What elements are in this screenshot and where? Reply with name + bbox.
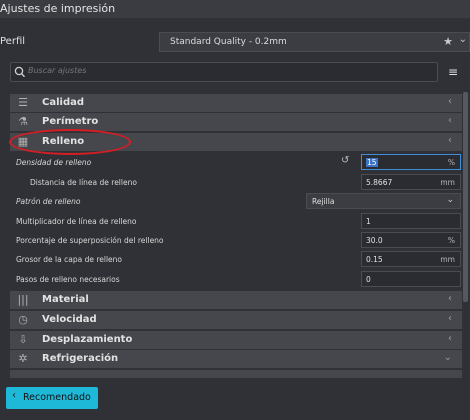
category-label: Velocidad — [42, 314, 97, 325]
field-value: 30.0 — [366, 236, 383, 245]
chevron-left-icon: ‹ — [448, 135, 452, 146]
densidad-relleno-input[interactable]: 15 % — [361, 154, 461, 170]
setting-label: Densidad de relleno — [16, 158, 92, 167]
recommended-label: Recomendado — [23, 392, 91, 403]
chevron-down-icon: ⌄ — [443, 352, 452, 363]
speed-icon: ◷ — [18, 313, 28, 326]
setting-distancia-linea: Distancia de línea de relleno 5.8667 mm — [10, 173, 462, 191]
field-value: 15 — [366, 158, 378, 167]
chevron-left-icon: ‹ — [448, 115, 452, 126]
category-velocidad[interactable]: ◷ Velocidad ‹ — [10, 311, 462, 329]
field-unit: mm — [440, 178, 455, 187]
setting-superposicion: Porcentaje de superposición del relleno … — [10, 231, 462, 249]
pasos-relleno-input[interactable]: 0 — [361, 271, 461, 287]
search-input[interactable] — [28, 66, 428, 75]
chevron-left-icon: ‹ — [448, 293, 452, 304]
chevron-down-icon[interactable]: ⌄ — [459, 34, 467, 45]
category-label: Calidad — [42, 97, 85, 108]
setting-label: Grosor de la capa de relleno — [16, 255, 122, 264]
perimeter-icon: ⚗ — [18, 115, 28, 128]
relleno-highlight-circle — [9, 129, 131, 155]
category-material[interactable]: ||| Material ‹ — [10, 291, 462, 309]
setting-label: Pasos de relleno necesarios — [16, 275, 120, 284]
cooling-icon: ✲ — [18, 352, 28, 365]
chevron-left-icon: ‹ — [448, 333, 452, 344]
search-box[interactable] — [10, 62, 438, 82]
multiplicador-input[interactable]: 1 — [361, 213, 461, 229]
field-unit: % — [447, 158, 455, 167]
superposicion-input[interactable]: 30.0 % — [361, 232, 461, 248]
grosor-capa-input[interactable]: 0.15 mm — [361, 251, 461, 267]
category-calidad[interactable]: ☰ Calidad ‹ — [10, 94, 462, 112]
category-refrigeracion[interactable]: ✲ Refrigeración ⌄ — [10, 350, 462, 368]
travel-icon: ⇩ — [18, 333, 28, 346]
category-label: Perímetro — [42, 116, 99, 127]
setting-label: Patrón de relleno — [16, 197, 81, 206]
field-unit: % — [447, 236, 455, 245]
window-title: Ajustes de impresión — [0, 2, 116, 15]
patron-relleno-select[interactable]: Rejilla ⌄ — [306, 193, 461, 209]
bottom-bar: ‹ Recomendado — [0, 378, 470, 420]
category-label: Desplazamiento — [42, 334, 133, 345]
distancia-linea-input[interactable]: 5.8667 mm — [361, 174, 461, 190]
profile-row: Perfil Standard Quality - 0.2mm ★ ⌄ — [0, 30, 470, 54]
field-value: 1 — [366, 217, 371, 226]
reset-icon[interactable]: ↺ — [341, 156, 351, 166]
profile-label: Perfil — [0, 36, 26, 47]
category-desplazamiento[interactable]: ⇩ Desplazamiento ‹ — [10, 331, 462, 349]
window-title-bar: Ajustes de impresión — [0, 0, 470, 18]
quality-icon: ☰ — [18, 96, 28, 109]
field-value: 0 — [366, 275, 371, 284]
chevron-left-icon: ‹ — [448, 96, 452, 107]
field-value: 5.8667 — [366, 178, 393, 187]
recommended-button[interactable]: ‹ Recomendado — [6, 387, 98, 409]
setting-pasos-relleno: Pasos de relleno necesarios 0 — [10, 270, 462, 288]
category-label: Refrigeración — [42, 353, 119, 364]
setting-patron-relleno: Patrón de relleno Rejilla ⌄ — [10, 192, 462, 210]
select-value: Rejilla — [312, 197, 335, 206]
field-unit: mm — [440, 255, 455, 264]
setting-grosor-capa: Grosor de la capa de relleno 0.15 mm — [10, 250, 462, 268]
setting-label: Distancia de línea de relleno — [30, 178, 137, 187]
material-icon: ||| — [17, 293, 29, 306]
profile-value: Standard Quality - 0.2mm — [170, 37, 287, 47]
search-icon — [14, 66, 26, 78]
chevron-left-icon: ‹ — [448, 313, 452, 324]
profile-select[interactable]: Standard Quality - 0.2mm ★ ⌄ — [159, 32, 470, 52]
field-value: 0.15 — [366, 255, 383, 264]
setting-densidad-relleno: Densidad de relleno ↺ 15 % — [10, 153, 462, 171]
setting-label: Porcentaje de superposición del relleno — [16, 236, 164, 245]
chevron-down-icon: ⌄ — [446, 195, 454, 205]
scrollbar[interactable] — [463, 92, 468, 302]
chevron-left-icon: ‹ — [12, 390, 16, 401]
settings-menu-button[interactable]: ≡ — [443, 62, 463, 82]
star-icon[interactable]: ★ — [443, 35, 453, 48]
setting-label: Multiplicador de línea de relleno — [16, 217, 137, 226]
setting-multiplicador: Multiplicador de línea de relleno 1 — [10, 212, 462, 230]
category-label: Material — [42, 294, 89, 305]
